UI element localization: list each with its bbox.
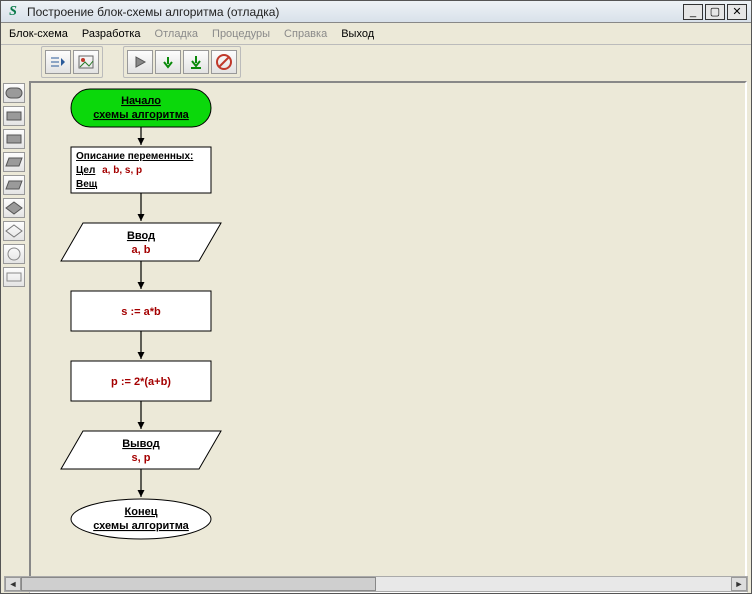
workarea: Начало схемы алгоритма Описание переменн… [1, 79, 751, 593]
node-end[interactable]: Конец схемы алгоритма [71, 499, 211, 539]
toolbar-edit-icon[interactable] [45, 50, 71, 74]
scroll-track[interactable] [21, 577, 731, 591]
palette-process-icon[interactable] [3, 106, 25, 126]
palette-decision2-icon[interactable] [3, 221, 25, 241]
menu-exit[interactable]: Выход [341, 28, 374, 40]
input-title: Ввод [127, 230, 155, 242]
palette-io-icon[interactable] [3, 152, 25, 172]
palette-io2-icon[interactable] [3, 175, 25, 195]
flowchart-canvas[interactable]: Начало схемы алгоритма Описание переменн… [31, 83, 747, 579]
minimize-button[interactable]: _ [683, 4, 703, 20]
horizontal-scrollbar[interactable]: ◄ ► [4, 576, 748, 592]
proc1-text: s := a*b [121, 306, 161, 318]
node-end-line1: Конец [125, 506, 158, 518]
menu-debug[interactable]: Отладка [155, 28, 198, 40]
main-window: S Построение блок-схемы алгоритма (отлад… [0, 0, 752, 594]
output-args: s, p [132, 452, 151, 464]
toolbar-run-group [123, 46, 241, 78]
window-buttons: _ ▢ ✕ [681, 4, 747, 20]
window-title: Построение блок-схемы алгоритма (отладка… [27, 5, 675, 19]
node-end-line2: схемы алгоритма [93, 520, 189, 532]
output-title: Вывод [122, 438, 160, 450]
node-output[interactable]: Вывод s, p [61, 431, 221, 469]
scroll-left-icon[interactable]: ◄ [5, 577, 21, 591]
proc2-text: p := 2*(a+b) [111, 376, 171, 388]
canvas-frame: Начало схемы алгоритма Описание переменн… [29, 81, 747, 593]
shape-palette [1, 79, 27, 593]
vars-int-list: a, b, s, p [102, 165, 142, 176]
svg-text:Цел a, b, s, p: Цел a, b, s, p [76, 165, 142, 176]
node-vars[interactable]: Описание переменных: Цел a, b, s, p Вещ [71, 147, 211, 193]
menu-develop[interactable]: Разработка [82, 28, 141, 40]
menu-help[interactable]: Справка [284, 28, 327, 40]
palette-process2-icon[interactable] [3, 129, 25, 149]
palette-connector-icon[interactable] [3, 244, 25, 264]
node-proc2[interactable]: p := 2*(a+b) [71, 361, 211, 401]
palette-terminator-icon[interactable] [3, 83, 25, 103]
toolbar-image-icon[interactable] [73, 50, 99, 74]
close-button[interactable]: ✕ [727, 4, 747, 20]
menu-procedures[interactable]: Процедуры [212, 28, 270, 40]
toolbars [1, 45, 751, 79]
app-icon: S [5, 4, 21, 20]
node-start-line2: схемы алгоритма [93, 109, 189, 121]
vars-title: Описание переменных: [76, 151, 193, 162]
node-proc1[interactable]: s := a*b [71, 291, 211, 331]
vars-int-label: Цел [76, 165, 95, 176]
vars-real-label: Вещ [76, 179, 98, 190]
node-start[interactable]: Начало схемы алгоритма [71, 89, 211, 127]
maximize-button[interactable]: ▢ [705, 4, 725, 20]
palette-decision-icon[interactable] [3, 198, 25, 218]
node-input[interactable]: Ввод a, b [61, 223, 221, 261]
input-args: a, b [132, 244, 151, 256]
scroll-thumb[interactable] [21, 577, 376, 591]
toolbar-play-icon[interactable] [127, 50, 153, 74]
toolbar-stop-icon[interactable] [211, 50, 237, 74]
toolbar-step-down-icon[interactable] [155, 50, 181, 74]
menu-scheme[interactable]: Блок-схема [9, 28, 68, 40]
palette-rect-icon[interactable] [3, 267, 25, 287]
scroll-right-icon[interactable]: ► [731, 577, 747, 591]
toolbar-edit-group [41, 46, 103, 78]
node-start-line1: Начало [121, 95, 161, 107]
titlebar: S Построение блок-схемы алгоритма (отлад… [1, 1, 751, 23]
menubar: Блок-схема Разработка Отладка Процедуры … [1, 23, 751, 45]
toolbar-step-to-line-icon[interactable] [183, 50, 209, 74]
